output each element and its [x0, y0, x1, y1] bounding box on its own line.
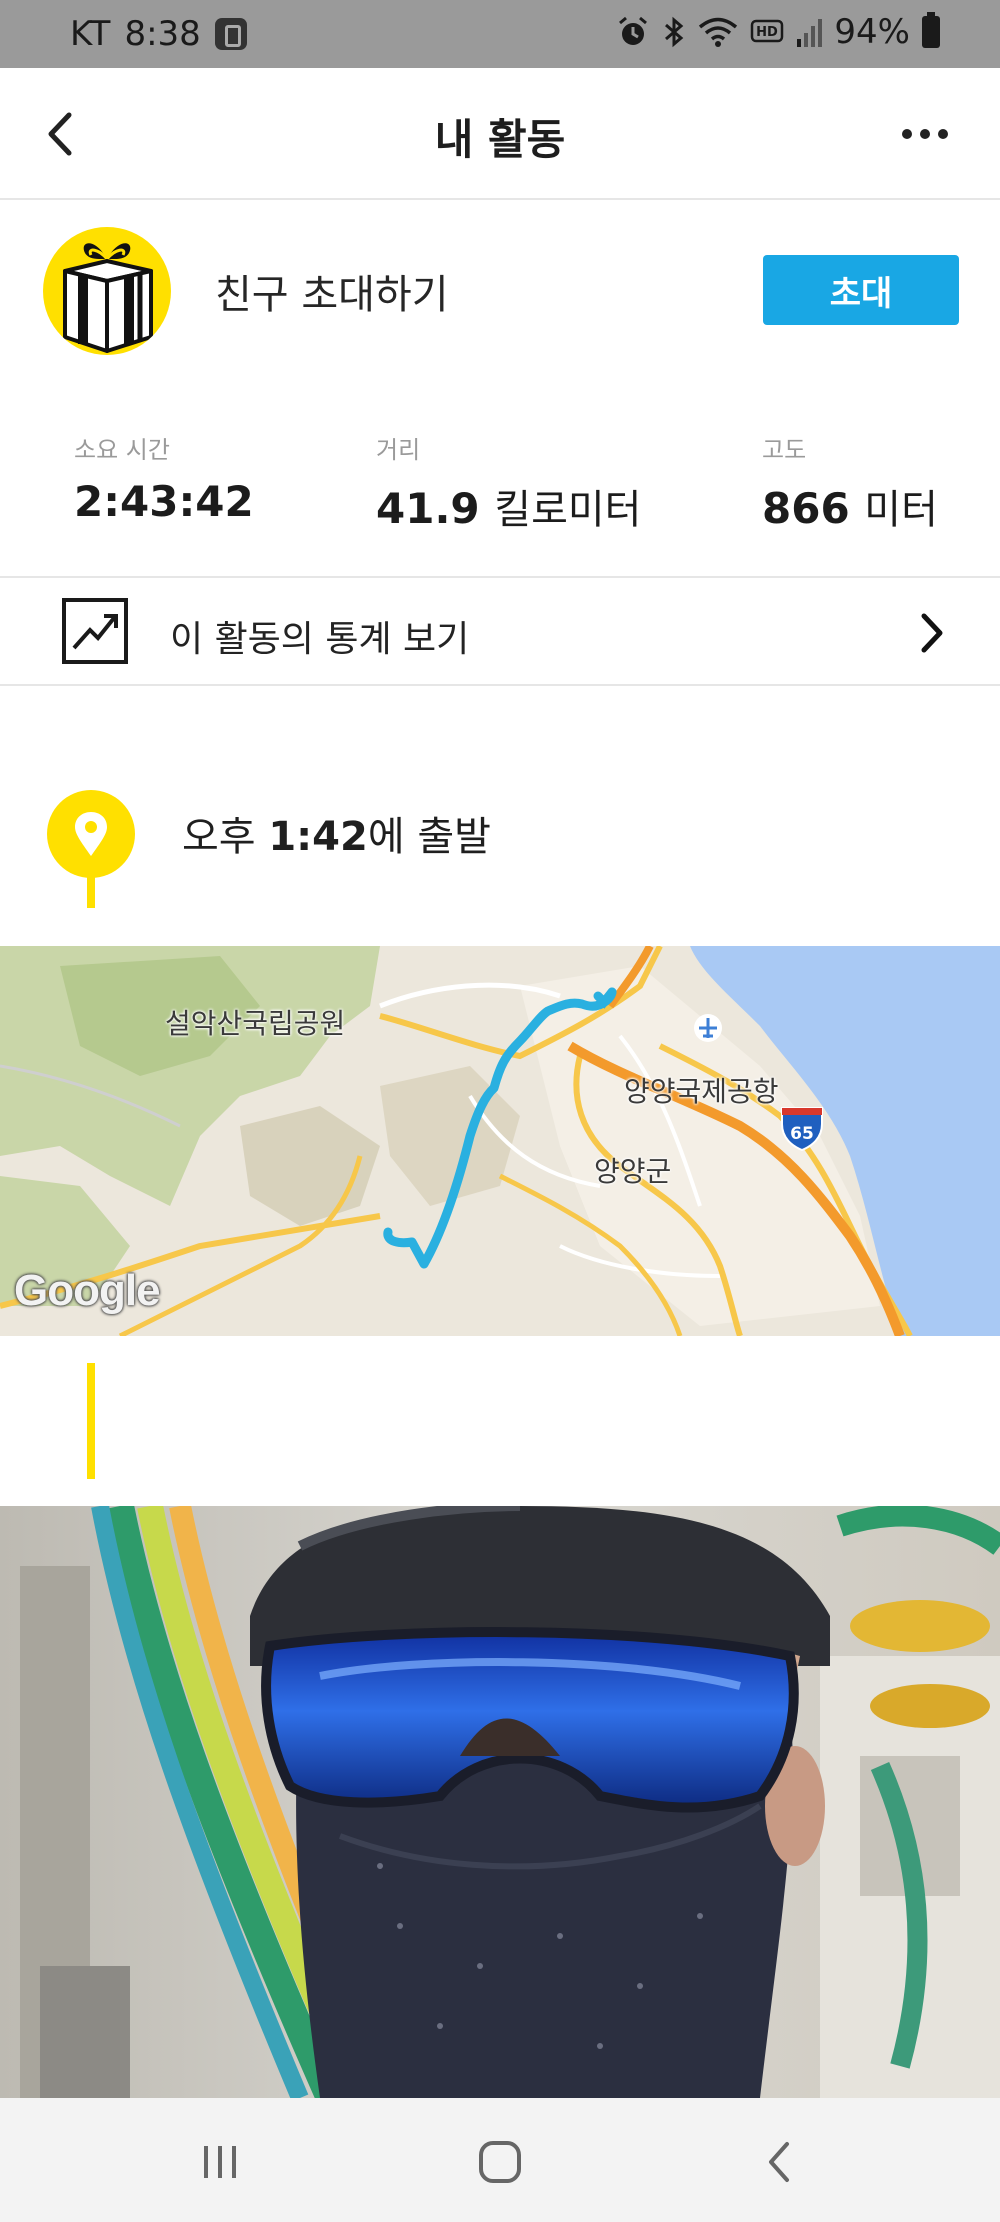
start-prefix: 오후: [182, 814, 269, 860]
invite-friends-label: 친구 초대하기: [215, 272, 449, 318]
stat-elevation-value: 866: [762, 484, 850, 533]
highway-number: 65: [790, 1124, 814, 1144]
stat-duration: 소요 시간 2:43:42: [74, 430, 254, 526]
status-bar: KT 8:38 HD 94%: [0, 0, 1000, 68]
start-time-text: 오후 1:42에 출발: [182, 804, 491, 862]
status-carrier: KT: [70, 14, 111, 54]
stat-duration-label: 소요 시간: [74, 436, 170, 464]
system-back-button[interactable]: [740, 2132, 820, 2192]
invite-friends-row: 친구 초대하기 초대: [0, 200, 1000, 380]
start-suffix: 에 출발: [367, 814, 491, 860]
battery-icon: [922, 12, 940, 48]
stat-distance-label: 거리: [376, 436, 421, 464]
view-activity-stats-link[interactable]: 이 활동의 통계 보기: [0, 576, 1000, 686]
start-time-section: 오후 1:42에 출발: [0, 686, 1000, 946]
timeline-stem: [87, 876, 95, 908]
trend-chart-icon: [62, 598, 128, 664]
map-label-park: 설악산국립공원: [165, 1007, 346, 1040]
stat-distance-unit: 킬로미터: [494, 487, 642, 533]
back-icon: [769, 2142, 789, 2182]
battery-percent: 94%: [834, 12, 910, 52]
location-pin-icon: [47, 790, 135, 878]
selfie-image: [0, 1506, 1000, 2098]
svg-text:HD: HD: [757, 25, 779, 40]
signal-icon: [797, 19, 823, 47]
app-badge-icon: [214, 18, 247, 50]
home-icon: [479, 2141, 521, 2183]
stat-duration-value: 2:43:42: [74, 477, 254, 526]
home-button[interactable]: [460, 2132, 540, 2192]
activity-stats: 소요 시간 2:43:42 거리 41.9 킬로미터 고도 866 미터: [0, 420, 1000, 570]
start-time-value: 1:42: [268, 814, 368, 860]
google-logo: Google: [14, 1266, 161, 1315]
hd-icon: HD: [751, 19, 784, 43]
wifi-icon: [699, 17, 738, 47]
status-right: HD 94%: [616, 12, 940, 52]
app-header: 내 활동: [0, 68, 1000, 200]
more-horizontal-icon: [902, 129, 912, 139]
gift-icon: [43, 227, 171, 355]
recent-apps-icon: [204, 2146, 236, 2178]
stat-distance-value: 41.9: [376, 484, 480, 533]
stat-elevation-label: 고도: [762, 436, 807, 464]
map-label-county: 양양군: [594, 1155, 672, 1188]
activity-photo[interactable]: [0, 1506, 1000, 2098]
alarm-icon: [619, 16, 648, 45]
stat-distance-value-row: 41.9 킬로미터: [376, 477, 641, 535]
route-map[interactable]: 65 설악산국립공원 양양국제공항 양양군 Google: [0, 946, 1000, 1336]
view-stats-label: 이 활동의 통계 보기: [170, 619, 470, 660]
more-dot: [938, 129, 948, 139]
status-time: 8:38: [124, 14, 201, 54]
recent-apps-button[interactable]: [180, 2132, 260, 2192]
bluetooth-icon: [665, 16, 684, 48]
system-nav-bar: [0, 2098, 1000, 2222]
stat-elevation-unit: 미터: [864, 487, 938, 533]
map-label-airport: 양양국제공항: [624, 1075, 779, 1108]
more-dot: [920, 129, 930, 139]
page-title: 내 활동: [434, 115, 566, 164]
more-options-button[interactable]: [880, 104, 970, 164]
invite-button[interactable]: 초대: [763, 255, 959, 325]
stat-elevation-value-row: 866 미터: [762, 477, 938, 535]
stat-distance: 거리 41.9 킬로미터: [376, 430, 641, 535]
status-left: KT 8:38: [70, 14, 247, 54]
stat-elevation: 고도 866 미터: [762, 430, 938, 535]
timeline-line: [87, 1363, 95, 1479]
chevron-right-icon: [921, 613, 943, 653]
